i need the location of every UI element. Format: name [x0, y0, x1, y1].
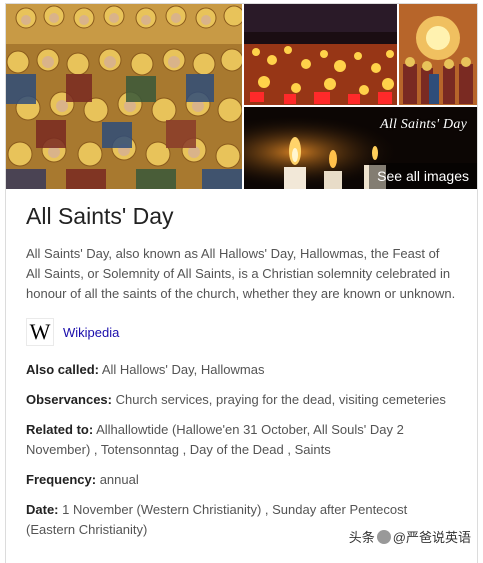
fact-value: Church services, praying for the dead, v…: [112, 392, 446, 407]
fact-label: Also called:: [26, 362, 99, 377]
entity-title: All Saints' Day: [26, 203, 174, 229]
source-attribution: W Wikipedia: [26, 318, 456, 346]
entity-description: All Saints' Day, also known as All Hallo…: [26, 246, 456, 301]
knowledge-panel: All Saints' Day See all images All Saint…: [5, 3, 478, 563]
watermark-text: @严爸说英语: [392, 530, 471, 545]
gallery-image-candles-banner[interactable]: All Saints' Day See all images: [244, 107, 477, 189]
fact-value: annual: [96, 472, 139, 487]
gallery-image-saints-painting[interactable]: [6, 4, 242, 189]
see-all-images-button[interactable]: See all images: [369, 163, 477, 189]
watermark-prefix: 头条: [348, 530, 375, 545]
fact-value: All Hallows' Day, Hallowmas: [98, 362, 265, 377]
wikipedia-logo-icon: W: [26, 318, 54, 346]
gallery-image-candles-cemetery[interactable]: [244, 4, 397, 105]
banner-title-text: All Saints' Day: [380, 117, 467, 132]
fact-related-to: Related to: Allhallowtide (Hallowe'en 31…: [26, 420, 456, 460]
facts-list: Also called: All Hallows' Day, Hallowmas…: [26, 360, 456, 540]
fact-label: Related to:: [26, 422, 94, 437]
image-gallery: All Saints' Day See all images: [6, 4, 477, 189]
fact-label: Date:: [26, 502, 59, 517]
watermark: 头条 @严爸说英语: [344, 526, 475, 547]
panel-content: All Saints' Day All Saints' Day, also kn…: [26, 200, 456, 550]
fact-observances: Observances: Church services, praying fo…: [26, 390, 456, 410]
wikipedia-link[interactable]: Wikipedia: [63, 325, 119, 340]
fact-also-called: Also called: All Hallows' Day, Hallowmas: [26, 360, 456, 380]
fact-label: Observances:: [26, 392, 112, 407]
watermark-logo-icon: [376, 530, 391, 544]
fact-label: Frequency:: [26, 472, 97, 487]
fact-frequency: Frequency: annual: [26, 470, 456, 490]
gallery-image-fresco[interactable]: [399, 4, 477, 105]
